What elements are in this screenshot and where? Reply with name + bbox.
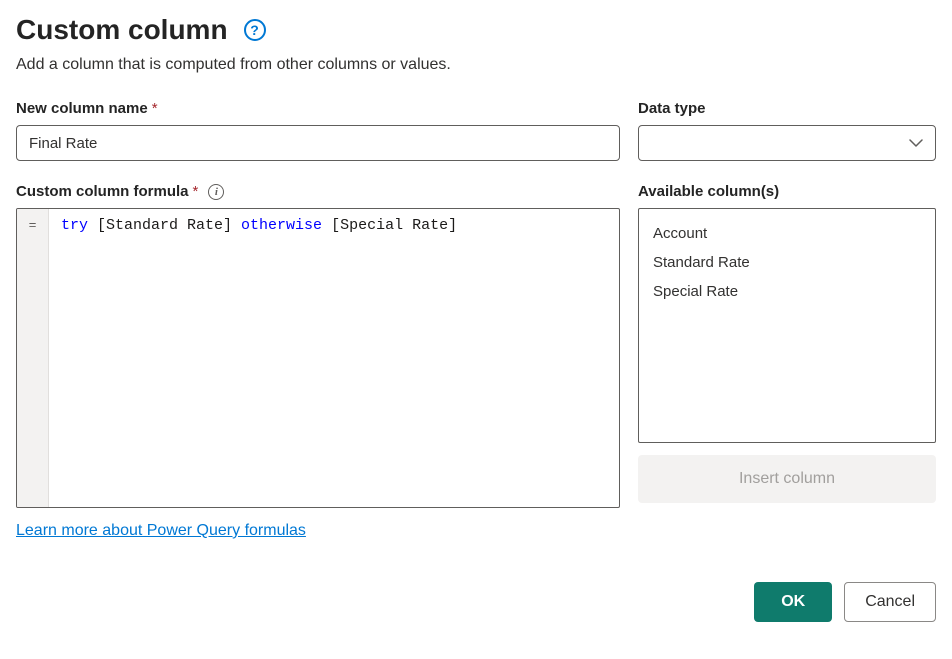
cancel-button[interactable]: Cancel bbox=[844, 582, 936, 622]
formula-gutter: = bbox=[17, 209, 49, 507]
new-column-name-input[interactable] bbox=[16, 125, 620, 161]
required-indicator: * bbox=[193, 183, 199, 200]
formula-content[interactable]: try [Standard Rate] otherwise [Special R… bbox=[49, 209, 619, 507]
dialog-title: Custom column bbox=[16, 14, 228, 46]
chevron-down-icon bbox=[909, 136, 923, 150]
list-item[interactable]: Special Rate bbox=[653, 277, 921, 306]
data-type-dropdown[interactable] bbox=[638, 125, 936, 161]
available-columns-label: Available column(s) bbox=[638, 183, 936, 200]
formula-editor[interactable]: = try [Standard Rate] otherwise [Special… bbox=[16, 208, 620, 508]
info-icon[interactable]: i bbox=[208, 184, 224, 200]
custom-column-formula-label: Custom column formula * i bbox=[16, 183, 620, 200]
required-indicator: * bbox=[152, 100, 158, 117]
list-item[interactable]: Standard Rate bbox=[653, 248, 921, 277]
dialog-subtitle: Add a column that is computed from other… bbox=[16, 56, 936, 74]
learn-more-link[interactable]: Learn more about Power Query formulas bbox=[16, 522, 620, 540]
ok-button[interactable]: OK bbox=[754, 582, 832, 622]
list-item[interactable]: Account bbox=[653, 219, 921, 248]
insert-column-button[interactable]: Insert column bbox=[638, 455, 936, 503]
data-type-label: Data type bbox=[638, 100, 936, 117]
available-columns-list[interactable]: AccountStandard RateSpecial Rate bbox=[638, 208, 936, 443]
help-icon[interactable]: ? bbox=[244, 19, 266, 41]
new-column-name-label: New column name * bbox=[16, 100, 620, 117]
